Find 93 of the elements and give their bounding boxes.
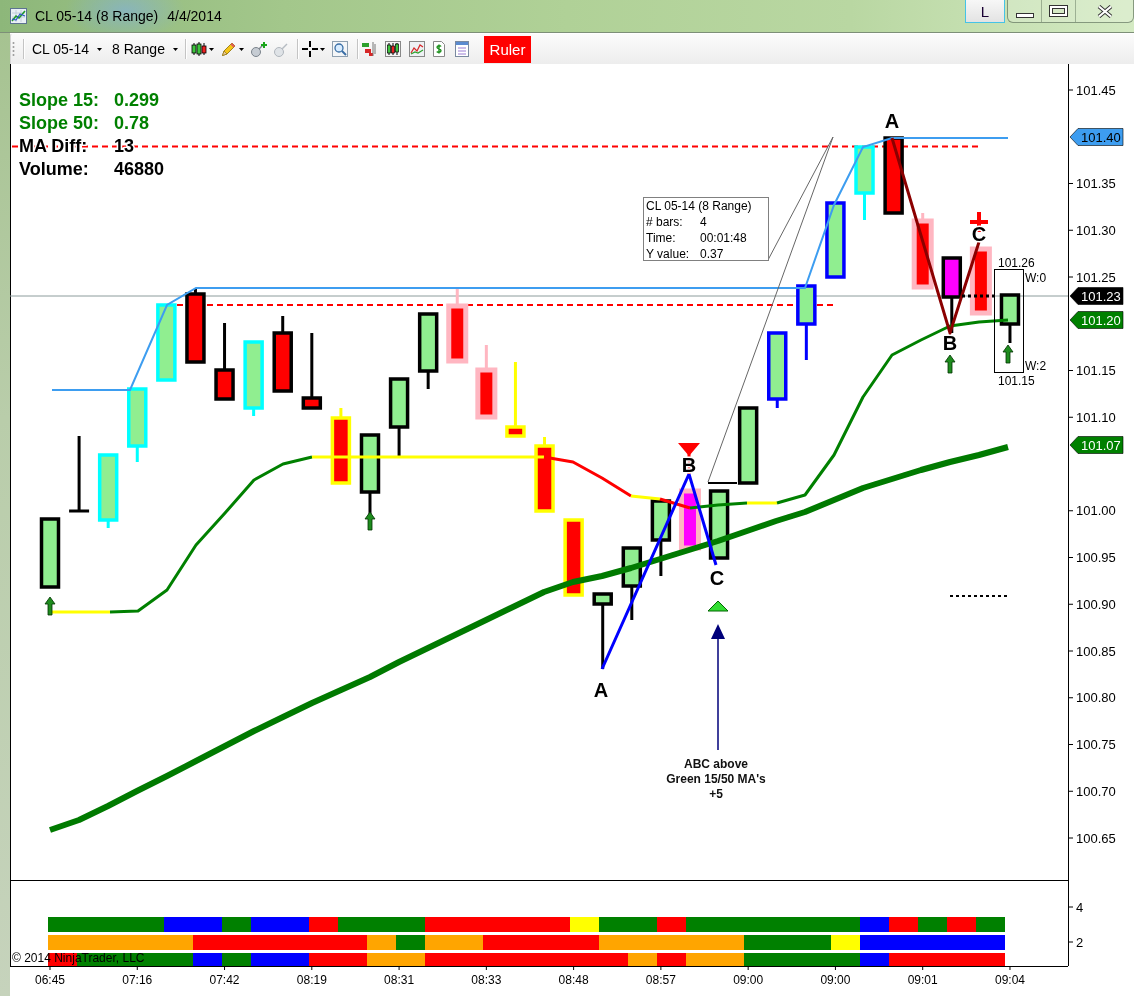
- up-arrow-icon: [1002, 344, 1014, 364]
- time-axis-label: 07:16: [122, 973, 153, 987]
- pin-plus-icon[interactable]: [250, 40, 267, 58]
- stat-label: Slope 50:: [19, 113, 100, 133]
- window-date: 4/4/2014: [167, 8, 222, 24]
- caret-icon[interactable]: [97, 47, 102, 51]
- price-axis-label: 100.80: [1076, 690, 1116, 706]
- grip-icon[interactable]: [12, 41, 15, 57]
- price-tag: 101.07: [1069, 436, 1124, 454]
- range-high-label: 101.26: [998, 256, 1035, 270]
- price-axis-label: 100.70: [1076, 783, 1116, 799]
- dollar-document-icon[interactable]: [433, 41, 445, 57]
- ruler-anchor-line: [707, 482, 738, 484]
- price-axis-label: 101.10: [1076, 409, 1116, 425]
- chart-icon: [10, 8, 27, 24]
- price-axis-label: 101.45: [1076, 82, 1116, 98]
- up-arrow-icon: [44, 596, 56, 616]
- price-axis-label: 101.15: [1076, 363, 1116, 378]
- minimize-icon[interactable]: [1015, 12, 1034, 18]
- price-tag: 101.23: [1069, 287, 1124, 305]
- instrument-dropdown[interactable]: CL 05-14: [29, 37, 105, 61]
- up-arrow-icon: [364, 511, 376, 531]
- stat-value: 46880: [114, 159, 165, 179]
- price-axis-label: 101.35: [1076, 176, 1116, 191]
- price-axis-label: 100.65: [1076, 830, 1116, 846]
- dotted-level-line: [962, 294, 996, 298]
- ruler-info-value: 00:01:48: [700, 231, 747, 245]
- time-axis-label: 06:45: [35, 973, 65, 987]
- price-tag: 101.40: [1069, 128, 1124, 146]
- time-axis-label: 08:19: [296, 973, 327, 987]
- stat-value: 0.78: [114, 113, 150, 133]
- range-width-label: W:2: [1025, 359, 1047, 373]
- price-axis-label: 100.75: [1076, 737, 1116, 752]
- panel-axis-label: 2: [1076, 934, 1084, 950]
- pattern-point-label: A: [593, 679, 609, 701]
- pattern-point-label: A: [884, 110, 900, 132]
- price-axis-label: 101.00: [1076, 503, 1116, 519]
- time-axis-label: 08:31: [384, 973, 415, 987]
- price-axis-label: 101.25: [1076, 269, 1116, 285]
- bar-chart-icon[interactable]: [361, 41, 377, 57]
- panel-axis-label: 4: [1076, 899, 1084, 915]
- ruler-info-title: CL 05-14 (8 Range): [646, 199, 752, 213]
- line-chart-icon[interactable]: [409, 41, 425, 57]
- crosshair-icon[interactable]: [302, 41, 318, 57]
- maximize-icon[interactable]: [1049, 5, 1068, 17]
- annotation-text: ABC above Green 15/50 MA's +5: [666, 757, 766, 801]
- ruler-info-label: Time:: [646, 231, 676, 245]
- price-axis-label: 100.90: [1076, 596, 1116, 612]
- pattern-point-label: B: [942, 332, 958, 354]
- time-axis-label: 07:42: [209, 973, 240, 987]
- period-dropdown[interactable]: 8 Range: [109, 37, 181, 61]
- ruler-button[interactable]: Ruler: [484, 35, 531, 63]
- pattern-point-label: C: [709, 567, 725, 589]
- dotted-level-line: [949, 595, 1009, 597]
- ruler-info-label: # bars:: [646, 215, 683, 229]
- caret-icon[interactable]: [173, 47, 178, 51]
- stat-value: 13: [114, 136, 135, 156]
- caret-icon[interactable]: [320, 47, 325, 51]
- price-axis-label: 100.95: [1076, 550, 1116, 565]
- up-arrow-icon: [944, 354, 956, 374]
- time-axis-label: 08:33: [471, 973, 502, 987]
- up-triangle-icon: [707, 600, 729, 612]
- candlestick: [679, 488, 701, 551]
- time-axis-label: 09:00: [733, 973, 764, 987]
- candlestick: [39, 517, 61, 589]
- ruler-info-value: 4: [700, 215, 707, 229]
- ruler-info-value: 0.37: [700, 247, 724, 261]
- price-tag: 101.20: [1069, 311, 1124, 329]
- stat-value: 0.299: [114, 90, 160, 110]
- pattern-point-label: C: [971, 223, 987, 245]
- table-icon[interactable]: [455, 41, 469, 57]
- candlestick: [999, 293, 1021, 343]
- time-axis-label: 08:57: [645, 973, 676, 987]
- caret-icon[interactable]: [239, 47, 244, 51]
- candlestick-icon[interactable]: [191, 42, 207, 56]
- time-axis-label: 09:00: [820, 973, 851, 987]
- candlestick: [969, 246, 992, 316]
- range-width-label: W:0: [1025, 271, 1047, 285]
- range-low-label: 101.15: [998, 374, 1035, 388]
- stat-label: Volume:: [19, 159, 89, 179]
- stat-label: Slope 15:: [19, 90, 100, 110]
- close-icon[interactable]: [1096, 4, 1113, 18]
- candlestick-chart-icon[interactable]: [385, 41, 401, 57]
- link-button[interactable]: L: [965, 0, 1005, 23]
- price-axis-label: 100.85: [1076, 643, 1116, 659]
- window-title: CL 05-14 (8 Range): [35, 8, 159, 24]
- caret-icon[interactable]: [209, 47, 214, 51]
- magnifier-icon[interactable]: [332, 41, 348, 57]
- time-axis-label: 09:04: [994, 973, 1025, 987]
- time-axis-label: 09:01: [907, 973, 938, 987]
- ruler-info-label: Y value:: [646, 247, 690, 261]
- time-axis-label: 08:48: [558, 973, 589, 987]
- price-axis-label: 101.30: [1076, 222, 1116, 238]
